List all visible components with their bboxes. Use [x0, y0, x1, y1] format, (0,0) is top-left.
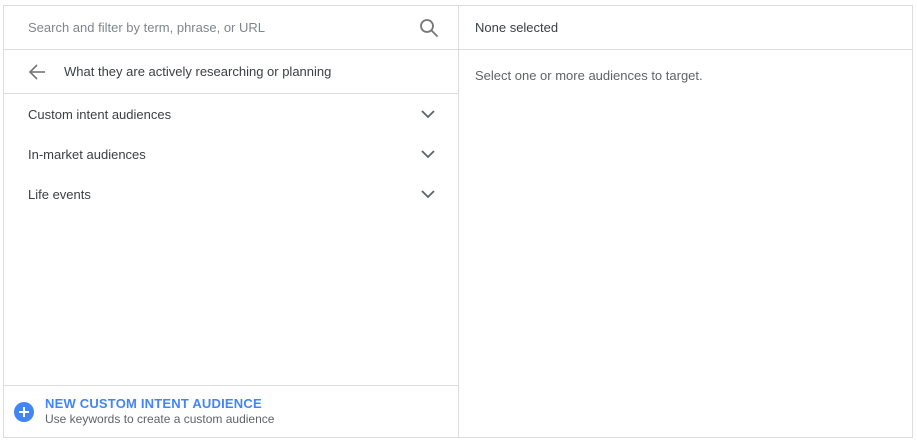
search-bar	[4, 6, 458, 50]
chevron-down-icon[interactable]	[418, 104, 438, 124]
audience-category-list: Custom intent audiences In-market audien…	[4, 94, 458, 214]
list-item-label: Custom intent audiences	[28, 106, 172, 122]
browse-panel: What they are actively researching or pl…	[4, 6, 459, 437]
category-title: What they are actively researching or pl…	[64, 64, 332, 79]
new-custom-intent-audience-button[interactable]: NEW CUSTOM INTENT AUDIENCE Use keywords …	[4, 385, 458, 437]
list-item-custom-intent[interactable]: Custom intent audiences	[4, 94, 458, 134]
search-icon[interactable]	[418, 17, 440, 39]
list-item-in-market[interactable]: In-market audiences	[4, 134, 458, 174]
audience-picker: What they are actively researching or pl…	[3, 5, 913, 438]
empty-state-message: Select one or more audiences to target.	[475, 68, 703, 83]
selected-count: None selected	[459, 6, 912, 50]
search-input[interactable]	[28, 20, 418, 35]
add-circle-icon	[14, 401, 34, 422]
footer-subtitle: Use keywords to create a custom audience	[45, 412, 275, 426]
selected-panel: None selected Select one or more audienc…	[459, 6, 912, 437]
chevron-down-icon[interactable]	[418, 184, 438, 204]
list-item-label: Life events	[28, 186, 91, 202]
chevron-down-icon[interactable]	[418, 144, 438, 164]
list-item-life-events[interactable]: Life events	[4, 174, 458, 214]
list-item-label: In-market audiences	[28, 146, 146, 162]
category-header: What they are actively researching or pl…	[4, 50, 458, 94]
arrow-back-icon[interactable]	[26, 61, 48, 83]
footer-title: NEW CUSTOM INTENT AUDIENCE	[45, 396, 262, 411]
footer-text: NEW CUSTOM INTENT AUDIENCE Use keywords …	[45, 396, 274, 427]
